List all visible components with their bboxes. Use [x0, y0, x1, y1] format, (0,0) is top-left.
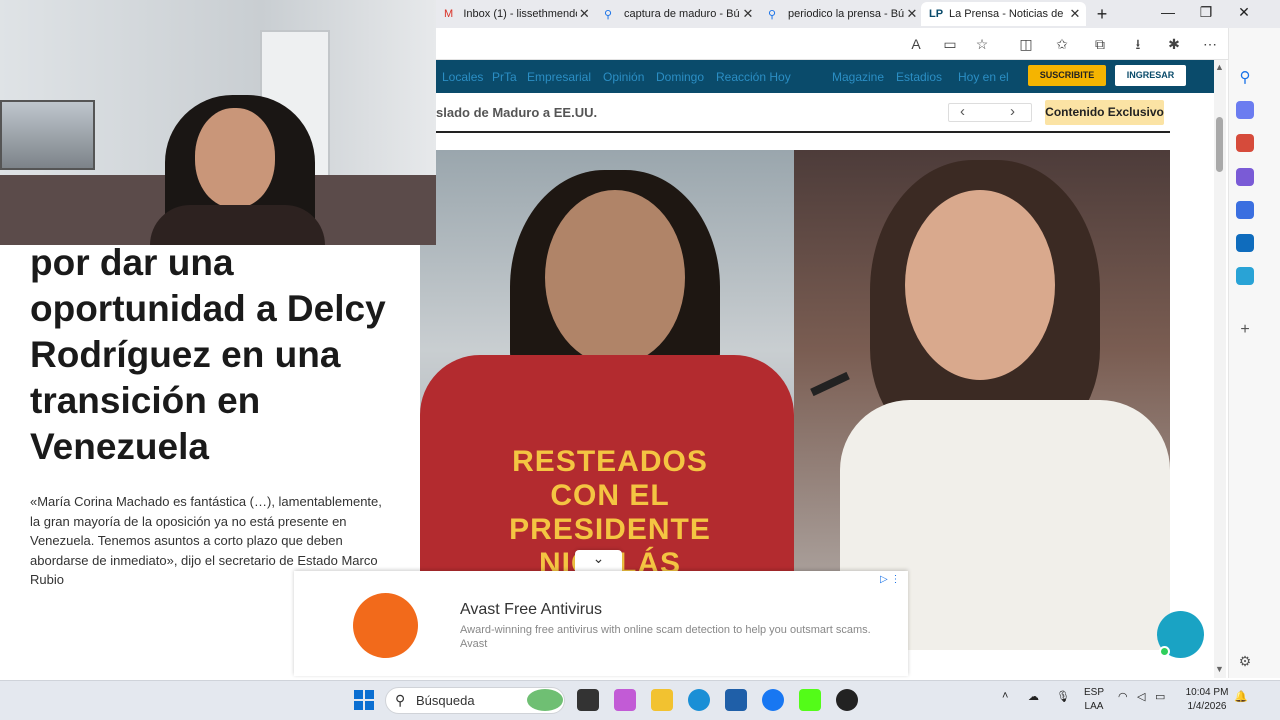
person-face	[545, 190, 685, 365]
scroll-down-icon[interactable]: ▼	[1215, 664, 1224, 674]
wifi-icon[interactable]: ◠	[1118, 690, 1128, 703]
restore-button[interactable]: ❐	[1194, 4, 1218, 24]
read-aloud-icon[interactable]: A	[906, 34, 926, 54]
nav-item[interactable]: Estadios	[896, 70, 942, 84]
clock-time: 10:04 PM	[1185, 687, 1229, 698]
settings-gear-icon[interactable]: ⚙	[1236, 653, 1254, 671]
article-headline: por dar una oportunidad a Delcy Rodrígue…	[30, 242, 386, 467]
windows-start-icon[interactable]	[353, 689, 375, 711]
edge-icon[interactable]	[688, 689, 710, 711]
login-button[interactable]: INGRESAR	[1115, 65, 1186, 86]
nav-item[interactable]: Domingo	[656, 70, 704, 84]
ad-title[interactable]: Avast Free Antivirus	[460, 601, 602, 619]
drop-icon[interactable]	[1236, 267, 1254, 285]
app-icon[interactable]	[836, 689, 858, 711]
ad-collapse-button[interactable]: ⌄	[575, 550, 622, 572]
tab-label: periodico la prensa - Bús	[788, 8, 904, 20]
nav-item[interactable]: Locales	[442, 70, 483, 84]
split-screen-icon[interactable]: ◫	[1016, 34, 1036, 54]
chevron-right-icon[interactable]: ›	[1010, 103, 1015, 120]
scrollbar-thumb[interactable]	[1216, 117, 1223, 172]
tab-periodico[interactable]: ⚲ periodico la prensa - Bús ✕	[760, 2, 920, 26]
nav-item[interactable]: Empresarial	[527, 70, 591, 84]
breadcrumb[interactable]: slado de Maduro a EE.UU.	[436, 105, 597, 120]
extension-icon[interactable]: ✱	[1164, 34, 1184, 54]
volume-icon[interactable]: ◁	[1137, 690, 1145, 703]
add-icon[interactable]: +	[1236, 321, 1254, 339]
exclusive-content-button[interactable]: Contenido Exclusivo	[1045, 100, 1164, 125]
language-code: ESP	[1083, 687, 1104, 698]
tab-inbox[interactable]: M Inbox (1) - lissethmendoz ✕	[436, 2, 592, 26]
kick-icon[interactable]	[799, 689, 821, 711]
webcam-person-face	[195, 108, 275, 208]
cloud-off-icon[interactable]: ☁	[1028, 690, 1039, 703]
close-icon[interactable]: ✕	[904, 6, 920, 22]
tab-label: captura de maduro - Bús	[624, 8, 740, 20]
tag-icon[interactable]	[1236, 101, 1254, 119]
store-icon[interactable]	[725, 689, 747, 711]
search-icon[interactable]: ⚲	[1236, 68, 1254, 86]
avast-logo-icon	[353, 593, 418, 658]
notification-bell-icon[interactable]: 🔔	[1234, 690, 1248, 703]
subscribe-button[interactable]: SUSCRIBITE	[1028, 65, 1106, 86]
webcam-overlay	[0, 0, 436, 245]
webcam-picture-frame	[0, 100, 95, 170]
facebook-icon[interactable]	[762, 689, 784, 711]
microphone-icon[interactable]: 🎙	[1056, 690, 1070, 703]
favorite-star-icon[interactable]: ☆	[972, 34, 992, 54]
task-view-icon[interactable]	[577, 689, 599, 711]
toolbox-icon[interactable]	[1236, 134, 1254, 152]
nav-item[interactable]: Hoy en el	[958, 70, 1009, 84]
clock-date: 1/4/2026	[1187, 701, 1227, 712]
close-icon[interactable]: ✕	[577, 6, 592, 22]
nav-item[interactable]: PrTa	[492, 70, 517, 84]
widgets-icon[interactable]	[527, 689, 563, 711]
downloads-icon[interactable]: ⭳	[1128, 34, 1148, 54]
chevron-up-icon[interactable]: ˄	[1002, 690, 1008, 702]
keyboard-layout: LAA	[1084, 701, 1104, 712]
immersive-reader-icon[interactable]: ▭	[940, 34, 960, 54]
battery-icon[interactable]: ▭	[1155, 690, 1165, 703]
chevron-left-icon[interactable]: ‹	[960, 103, 965, 120]
minimize-button[interactable]: —	[1156, 4, 1180, 24]
taskbar-clock[interactable]: 10:04 PM 1/4/2026	[1182, 686, 1232, 714]
taskbar-search-label: Búsqueda	[416, 693, 475, 708]
chess-icon[interactable]	[1236, 168, 1254, 186]
close-icon[interactable]: ✕	[1067, 6, 1083, 22]
search-icon: ⚲	[395, 692, 406, 708]
edge-sidebar	[1228, 28, 1280, 678]
nav-item[interactable]: Opinión	[603, 70, 644, 84]
copilot-taskbar-icon[interactable]	[614, 689, 636, 711]
new-tab-button[interactable]: +	[1090, 4, 1114, 24]
tab-laprensa[interactable]: LP La Prensa - Noticias de N ✕	[921, 2, 1086, 26]
scroll-up-icon[interactable]: ▲	[1215, 62, 1224, 72]
ad-description: Award-winning free antivirus with online…	[460, 624, 871, 650]
close-window-button[interactable]: ✕	[1232, 4, 1256, 24]
outlook-icon[interactable]	[1236, 234, 1254, 252]
copilot-app-icon[interactable]	[1236, 201, 1254, 219]
more-menu-icon[interactable]: ⋯	[1200, 34, 1220, 54]
language-indicator[interactable]: ESP LAA	[1080, 686, 1108, 714]
favorites-icon[interactable]: ✩	[1052, 34, 1072, 54]
tab-label: Inbox (1) - lissethmendoz	[463, 8, 577, 20]
search-icon: ⚲	[768, 8, 777, 21]
close-icon[interactable]: ✕	[740, 6, 756, 22]
nav-item[interactable]: Reacción Hoy	[716, 70, 791, 84]
collections-icon[interactable]: ⧉	[1090, 34, 1110, 54]
adchoices-icon[interactable]: ▷ ⋮	[880, 574, 900, 585]
gmail-icon: M	[444, 8, 454, 20]
laprensa-icon: LP	[929, 8, 944, 20]
search-icon: ⚲	[604, 8, 613, 21]
divider	[436, 131, 1170, 133]
webcam-person-body	[150, 205, 325, 245]
file-explorer-icon[interactable]	[651, 689, 673, 711]
tab-label: La Prensa - Noticias de N	[949, 8, 1067, 20]
tab-captura[interactable]: ⚲ captura de maduro - Bús ✕	[596, 2, 756, 26]
person-face	[905, 190, 1055, 380]
nav-item[interactable]: Magazine	[832, 70, 884, 84]
online-status-icon	[1159, 646, 1170, 657]
